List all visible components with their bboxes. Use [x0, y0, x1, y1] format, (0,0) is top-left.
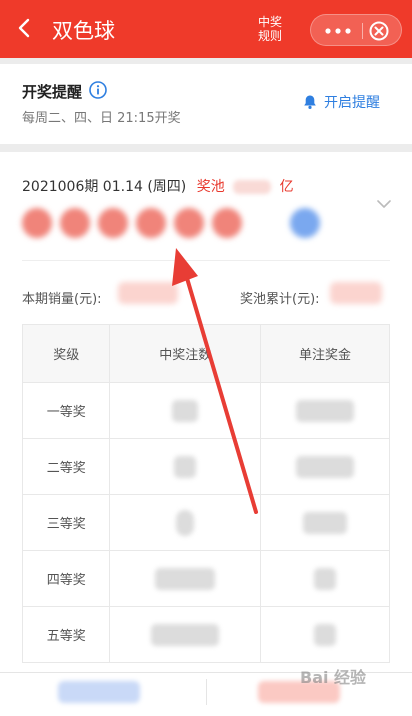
divider [22, 260, 390, 261]
table-row: 三等奖 [21, 494, 390, 551]
reminder-title: 开奖提醒 [22, 83, 83, 101]
left-action-button-redacted[interactable] [58, 681, 140, 703]
bottom-divider [206, 679, 207, 705]
prize-level: 二等奖 [21, 438, 111, 495]
red-ball [22, 208, 52, 238]
red-ball [60, 208, 90, 238]
sales-label: 本期销量(元): [22, 292, 102, 307]
sales-value-redacted [118, 282, 178, 304]
red-ball [98, 208, 128, 238]
back-arrow-icon[interactable] [14, 17, 36, 39]
prize-amount-redacted [260, 550, 390, 607]
draw-reminder-card: 开奖提醒 每周二、四、日 21:15开奖 开启提醒 [0, 64, 412, 144]
issue-line: 2021006期 01.14 (周四) 奖池 亿 [22, 176, 294, 196]
table-row: 四等奖 [21, 550, 390, 607]
table-row: 一等奖 [21, 382, 390, 439]
info-icon[interactable] [89, 81, 107, 99]
enable-reminder-button[interactable]: 开启提醒 [302, 92, 380, 112]
header-winner-count: 中奖注数 [109, 324, 262, 383]
pool-unit: 亿 [279, 179, 294, 195]
red-ball [212, 208, 242, 238]
table-row: 二等奖 [21, 438, 390, 495]
winner-count-redacted [109, 438, 262, 495]
pool-amount-redacted [233, 180, 272, 194]
prize-level: 一等奖 [21, 382, 111, 439]
top-bar: 双色球 中奖 规则 [0, 0, 412, 58]
header-prize-level: 奖级 [21, 324, 111, 383]
winner-count-redacted [109, 606, 262, 663]
winner-count-redacted [109, 382, 262, 439]
table-header-row: 奖级 中奖注数 单注奖金 [21, 324, 390, 383]
prize-table: 奖级 中奖注数 单注奖金 一等奖 二等奖 三等奖 四等奖 五等奖 [21, 324, 390, 663]
watermark: Bai 经验 [300, 668, 367, 687]
issue-info: 2021006期 01.14 (周四) [22, 179, 187, 195]
header-prize-amount: 单注奖金 [260, 324, 390, 383]
pool-total-label: 奖池累计(元): [240, 292, 320, 307]
page-title: 双色球 [52, 19, 115, 43]
chevron-down-icon[interactable] [376, 198, 392, 210]
miniapp-capsule [310, 14, 402, 46]
pool-label: 奖池 [196, 179, 225, 195]
enable-reminder-label: 开启提醒 [324, 95, 380, 111]
app-screen: 双色球 中奖 规则 开奖提醒 每周二、四、日 21:15开奖 开启提醒 2021… [0, 0, 412, 716]
red-ball [174, 208, 204, 238]
winning-numbers [22, 208, 322, 240]
prize-rules-link[interactable]: 中奖 规则 [254, 15, 286, 43]
winner-count-redacted [109, 494, 262, 551]
blue-ball [290, 208, 320, 238]
prize-amount-redacted [260, 382, 390, 439]
prize-level: 三等奖 [21, 494, 111, 551]
capsule-divider [362, 23, 363, 39]
table-row: 五等奖 [21, 606, 390, 663]
close-icon[interactable] [369, 21, 389, 41]
pool-total-value-redacted [330, 282, 382, 304]
prize-level: 四等奖 [21, 550, 111, 607]
prize-level: 五等奖 [21, 606, 111, 663]
winner-count-redacted [109, 550, 262, 607]
prize-amount-redacted [260, 606, 390, 663]
prize-rules-label: 中奖 规则 [257, 15, 282, 43]
more-icon[interactable] [325, 28, 351, 34]
red-ball [136, 208, 166, 238]
bell-icon [304, 95, 316, 109]
draw-schedule: 每周二、四、日 21:15开奖 [22, 111, 181, 126]
prize-amount-redacted [260, 438, 390, 495]
prize-amount-redacted [260, 494, 390, 551]
draw-result-card: 2021006期 01.14 (周四) 奖池 亿 本期销量(元): 奖池累计(元… [0, 152, 412, 672]
